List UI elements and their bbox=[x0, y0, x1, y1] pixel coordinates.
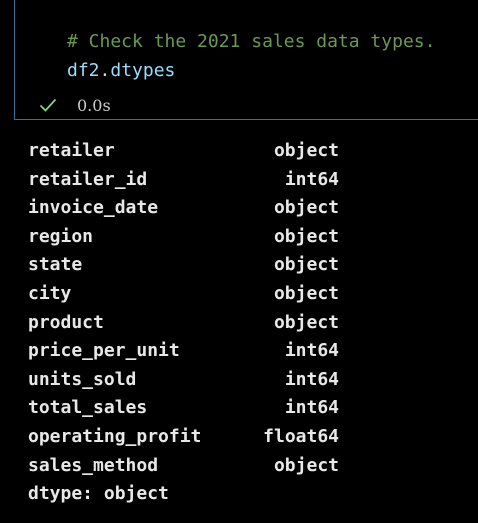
dtype-row: retailer object bbox=[28, 140, 339, 169]
column-name: sales_method bbox=[28, 454, 159, 476]
dtype-row: city object bbox=[28, 283, 339, 312]
column-name: total_sales bbox=[28, 397, 148, 419]
code-attribute: dtypes bbox=[110, 60, 176, 81]
code-comment: # Check the 2021 sales data types. bbox=[67, 31, 436, 52]
column-name: operating_profit bbox=[28, 425, 202, 447]
check-icon bbox=[39, 97, 57, 113]
dtype-list: retailer object retailer_id int64 invoice_da… bbox=[28, 140, 339, 483]
column-dtype: int64 bbox=[284, 340, 339, 362]
column-name: price_per_unit bbox=[28, 340, 180, 362]
code-expression: df2.dtypes bbox=[67, 60, 175, 82]
dtype-row: retailer_id int64 bbox=[28, 169, 339, 198]
dtype-row: state object bbox=[28, 254, 339, 283]
execution-status: 0.0s bbox=[39, 95, 111, 115]
column-dtype: object bbox=[273, 140, 339, 161]
code-dot: . bbox=[99, 60, 111, 81]
dtype-row: price_per_unit int64 bbox=[28, 340, 339, 369]
code-cell[interactable]: # Check the 2021 sales data types. df2.d… bbox=[14, 0, 478, 120]
dtype-row: operating_profit float64 bbox=[28, 426, 339, 455]
column-name: units_sold bbox=[28, 368, 137, 390]
dtype-row: units_sold int64 bbox=[28, 369, 339, 398]
column-name: product bbox=[28, 311, 104, 333]
execution-time: 0.0s bbox=[77, 95, 111, 115]
column-name: state bbox=[28, 254, 83, 276]
dtype-footer: dtype: object bbox=[28, 483, 169, 505]
column-dtype: int64 bbox=[284, 168, 339, 190]
cell-output: retailer object retailer_id int64 invoice_da… bbox=[28, 140, 339, 511]
column-dtype: object bbox=[273, 311, 339, 333]
column-dtype: object bbox=[273, 454, 339, 476]
column-name: region bbox=[28, 225, 94, 247]
dtype-row: region object bbox=[28, 226, 339, 255]
column-name: retailer bbox=[28, 140, 115, 161]
column-dtype: object bbox=[273, 225, 339, 247]
column-name: city bbox=[28, 282, 72, 304]
column-dtype: object bbox=[273, 197, 339, 219]
dtype-row: invoice_date object bbox=[28, 197, 339, 226]
column-dtype: object bbox=[273, 254, 339, 276]
dtype-row: product object bbox=[28, 312, 339, 341]
column-dtype: int64 bbox=[284, 397, 339, 419]
code-variable: df2 bbox=[67, 60, 100, 81]
column-name: invoice_date bbox=[28, 197, 159, 219]
column-name: retailer_id bbox=[28, 168, 148, 190]
column-dtype: float64 bbox=[263, 425, 339, 447]
column-dtype: int64 bbox=[284, 368, 339, 390]
dtype-row: sales_method object bbox=[28, 455, 339, 484]
dtype-row: total_sales int64 bbox=[28, 397, 339, 426]
column-dtype: object bbox=[273, 282, 339, 304]
